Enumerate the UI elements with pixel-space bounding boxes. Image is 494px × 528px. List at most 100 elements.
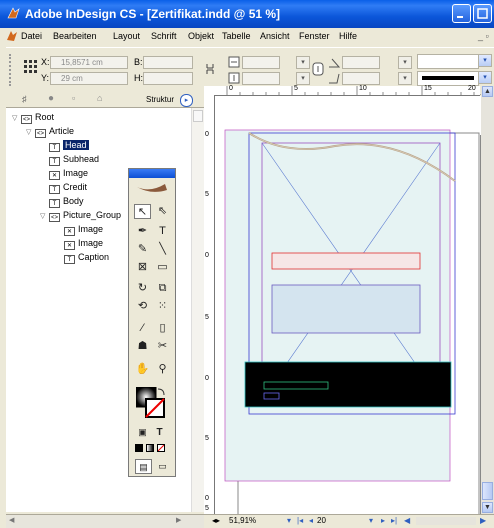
tree-item-article[interactable]: ▽ <> Article — [12, 124, 121, 138]
tree-item-subhead[interactable]: T Subhead — [12, 152, 121, 166]
stroke-weight-dropdown[interactable]: ▾ — [478, 54, 492, 67]
stroke-type-field[interactable] — [417, 71, 479, 86]
indesign-app-icon[interactable] — [6, 6, 21, 21]
scroll-down-button[interactable]: ▼ — [482, 502, 493, 513]
normal-view-icon[interactable]: ▤ — [135, 459, 152, 474]
type-tool-icon[interactable]: T — [154, 224, 171, 239]
document-vertical-scrollbar[interactable]: ▲ ▼ — [481, 86, 494, 515]
document-pasteboard[interactable] — [215, 96, 481, 514]
scale-x-icon[interactable] — [228, 56, 240, 70]
tree-item-head[interactable]: T Head — [12, 138, 121, 152]
gradient-tool-icon[interactable]: ▯ — [154, 321, 171, 336]
rectangle-tool-icon[interactable]: ▭ — [154, 260, 171, 275]
rotation-dropdown[interactable]: ▾ — [398, 56, 412, 69]
minimize-button[interactable] — [452, 4, 471, 23]
zoom-arrows-icon[interactable]: ◂▸ — [212, 516, 220, 525]
rotate-angle-icon[interactable] — [328, 56, 341, 70]
previous-page-button[interactable]: ◂ — [309, 516, 313, 525]
line-tool-icon[interactable]: ╲ — [154, 242, 171, 257]
constrain-proportions-icon[interactable] — [204, 62, 216, 78]
apply-none-icon[interactable] — [157, 444, 165, 452]
stroke-weight-field[interactable] — [417, 54, 479, 69]
page-number-field[interactable]: 20 — [317, 516, 326, 525]
apply-color-icon[interactable] — [135, 444, 143, 452]
scroll-right-icon[interactable]: ▶ — [176, 516, 181, 524]
tree-item-picture-group[interactable]: ▽ <> Picture_Group — [12, 208, 121, 222]
shear-dropdown[interactable]: ▾ — [398, 72, 412, 85]
add-element-icon[interactable]: ● — [48, 93, 54, 104]
page-dropdown-icon[interactable]: ▾ — [369, 516, 373, 525]
button-tool-icon[interactable]: ☗ — [134, 339, 151, 354]
zoom-level-field[interactable]: 51,91% — [229, 516, 256, 525]
menu-bearbeiten[interactable]: Bearbeiten — [53, 31, 97, 41]
horizontal-ruler[interactable]: 0 5 10 15 20 — [214, 85, 480, 96]
menu-ansicht[interactable]: Ansicht — [260, 31, 290, 41]
zoom-dropdown-icon[interactable]: ▾ — [287, 516, 291, 525]
height-field[interactable] — [143, 72, 193, 85]
scale-y-field[interactable] — [242, 72, 280, 85]
menu-datei[interactable]: Datei — [21, 31, 42, 41]
tree-item-root[interactable]: ▽ <> Root — [12, 110, 121, 124]
y-position-field[interactable]: 29 cm — [50, 72, 128, 85]
scroll-up-button[interactable]: ▲ — [482, 86, 493, 97]
hand-tool-icon[interactable]: ✋ — [134, 362, 151, 377]
scroll-thumb[interactable] — [482, 482, 493, 500]
menu-schrift[interactable]: Schrift — [151, 31, 177, 41]
direct-selection-tool-icon[interactable]: ⇖ — [154, 204, 171, 219]
scale-x-field[interactable] — [242, 56, 280, 69]
scale-x-dropdown[interactable]: ▾ — [296, 56, 310, 69]
tools-title-bar[interactable] — [129, 169, 175, 178]
reference-point-icon[interactable] — [24, 60, 38, 76]
width-field[interactable] — [143, 56, 193, 69]
hscroll-right-button[interactable]: ▶ — [480, 516, 486, 525]
shear-field[interactable] — [342, 72, 380, 85]
tree-item-caption[interactable]: T Caption — [12, 250, 121, 264]
menu-fenster[interactable]: Fenster — [299, 31, 330, 41]
menu-objekt[interactable]: Objekt — [188, 31, 214, 41]
formatting-container-icon[interactable]: ▣ — [134, 425, 151, 440]
x-position-field[interactable]: 15,8571 cm — [50, 56, 128, 69]
show-attributes-icon[interactable]: ♯ — [22, 94, 27, 104]
horizontal-scrollbar-track[interactable] — [416, 517, 476, 525]
maximize-button[interactable] — [473, 4, 492, 23]
preview-view-icon[interactable]: ▭ — [154, 459, 171, 474]
selection-tool-icon[interactable]: ↖ — [134, 204, 151, 219]
first-page-button[interactable]: |◂ — [297, 516, 303, 525]
free-transform-tool-icon[interactable]: ⁙ — [154, 299, 171, 314]
shear-tool-icon[interactable]: ⟲ — [134, 299, 151, 314]
shear-angle-icon[interactable] — [328, 72, 340, 86]
control-grip[interactable] — [9, 54, 19, 86]
delete-element-icon[interactable]: ⌂ — [97, 93, 102, 103]
rectangle-frame-tool-icon[interactable]: ⊠ — [134, 260, 151, 275]
document-page[interactable] — [215, 96, 481, 514]
hscroll-left-button[interactable]: ◀ — [404, 516, 410, 525]
tree-item-image[interactable]: ✕ Image — [12, 222, 121, 236]
menu-layout[interactable]: Layout — [113, 31, 140, 41]
panel-menu-button[interactable]: ▸ — [180, 94, 193, 107]
tree-item-credit[interactable]: T Credit — [12, 180, 121, 194]
document-icon[interactable] — [5, 30, 19, 45]
doc-minimize-icon[interactable]: _ ▫ — [478, 31, 489, 41]
tree-item-image[interactable]: ✕ Image — [12, 236, 121, 250]
fill-stroke-swatch[interactable] — [135, 386, 166, 421]
tree-item-body[interactable]: T Body — [12, 194, 121, 208]
constrain-scale-icon[interactable] — [312, 62, 324, 78]
formatting-text-icon[interactable]: T — [151, 425, 168, 440]
last-page-button[interactable]: ▸| — [391, 516, 397, 525]
apply-gradient-icon[interactable] — [146, 444, 154, 452]
panel-vertical-scrollbar[interactable] — [191, 108, 204, 512]
pencil-tool-icon[interactable]: ✎ — [134, 242, 151, 257]
next-page-button[interactable]: ▸ — [381, 516, 385, 525]
stroke-type-dropdown[interactable]: ▾ — [478, 71, 492, 84]
scale-tool-icon[interactable]: ⧉ — [154, 281, 171, 296]
scroll-left-icon[interactable]: ◀ — [9, 516, 14, 524]
eyedropper-tool-icon[interactable]: ⁄ — [134, 321, 151, 336]
rotate-tool-icon[interactable]: ↻ — [134, 281, 151, 296]
scale-y-dropdown[interactable]: ▾ — [296, 72, 310, 85]
vertical-ruler[interactable]: 0 5 0 5 0 5 0 5 — [204, 95, 215, 515]
zoom-tool-icon[interactable]: ⚲ — [154, 362, 171, 377]
menu-tabelle[interactable]: Tabelle — [222, 31, 251, 41]
rotation-field[interactable] — [342, 56, 380, 69]
scissors-tool-icon[interactable]: ✂ — [154, 339, 171, 354]
scale-y-icon[interactable] — [228, 72, 240, 86]
